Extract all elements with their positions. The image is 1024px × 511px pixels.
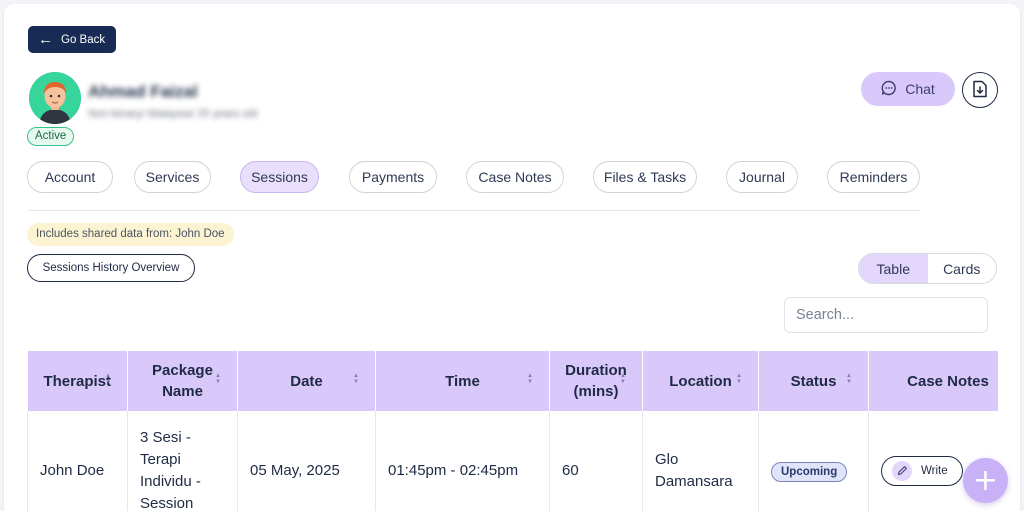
sort-icon: ▲ ▼ xyxy=(846,373,852,385)
column-header-date[interactable]: Date ▲ ▼ xyxy=(237,351,376,411)
tab-reminders[interactable]: Reminders xyxy=(827,161,920,193)
view-toggle: Table Cards xyxy=(858,253,997,284)
cell-status: Upcoming xyxy=(758,411,869,511)
sort-icon: ▲ ▼ xyxy=(620,373,626,385)
arrow-left-icon: ← xyxy=(38,31,53,48)
chat-label: Chat xyxy=(905,81,935,97)
cell-package-name: 3 Sesi - Terapi Individu - Session xyxy=(127,411,238,511)
sort-icon: ▲ ▼ xyxy=(353,373,359,385)
search-input[interactable] xyxy=(784,297,988,333)
cell-date: 05 May, 2025 xyxy=(237,411,376,511)
plus-icon: + xyxy=(972,463,999,498)
shared-data-note: Includes shared data from: John Doe xyxy=(27,223,234,246)
client-details: Non-binary/ Malaysia/ 25 years old xyxy=(88,108,258,120)
view-cards-option[interactable]: Cards xyxy=(928,254,997,283)
avatar xyxy=(29,72,81,124)
pencil-icon xyxy=(892,460,912,481)
sort-icon: ▲ ▼ xyxy=(736,373,742,385)
tab-account[interactable]: Account xyxy=(27,161,113,193)
column-header-time[interactable]: Time ▲ ▼ xyxy=(375,351,550,411)
sessions-history-overview-button[interactable]: Sessions History Overview xyxy=(27,254,195,282)
column-header-location[interactable]: Location ▲ ▼ xyxy=(642,351,759,411)
tab-services[interactable]: Services xyxy=(134,161,211,193)
write-label: Write xyxy=(921,464,948,477)
sessions-table: Therapist ▲ ▼ Package Name ▲ ▼ Date ▲ ▼ Time ▲ ▼… xyxy=(27,351,998,511)
download-button[interactable] xyxy=(962,72,998,108)
tab-journal[interactable]: Journal xyxy=(726,161,798,193)
view-table-option[interactable]: Table xyxy=(859,254,928,283)
sort-icon: ▲ ▼ xyxy=(527,373,533,385)
chat-button[interactable]: Chat xyxy=(861,72,955,106)
cell-therapist: John Doe xyxy=(27,411,128,511)
table-header-row: Therapist ▲ ▼ Package Name ▲ ▼ Date ▲ ▼ Time ▲ ▼… xyxy=(27,351,998,411)
cell-duration: 60 xyxy=(549,411,643,511)
go-back-label: Go Back xyxy=(61,33,106,46)
client-name: Ahmad Faizal xyxy=(88,82,198,101)
cell-location: Glo Damansara xyxy=(642,411,759,511)
tab-files-tasks[interactable]: Files & Tasks xyxy=(593,161,697,193)
column-header-status[interactable]: Status ▲ ▼ xyxy=(758,351,869,411)
client-identity: Ahmad Faizal Non-binary/ Malaysia/ 25 ye… xyxy=(88,82,257,120)
tab-payments[interactable]: Payments xyxy=(349,161,437,193)
column-header-package-name[interactable]: Package Name ▲ ▼ xyxy=(127,351,238,411)
sort-icon: ▲ ▼ xyxy=(105,373,111,385)
column-header-duration[interactable]: Duration (mins) ▲ ▼ xyxy=(549,351,643,411)
profile-tabs: Account Services Sessions Payments Case … xyxy=(27,161,927,193)
tab-sessions[interactable]: Sessions xyxy=(240,161,319,193)
sort-icon: ▲ ▼ xyxy=(215,373,221,385)
file-download-icon xyxy=(972,80,988,101)
column-header-therapist[interactable]: Therapist ▲ ▼ xyxy=(27,351,128,411)
chat-bubble-icon xyxy=(881,80,897,99)
column-header-case-notes[interactable]: Case Notes xyxy=(868,351,998,411)
go-back-button[interactable]: ← Go Back xyxy=(28,26,117,53)
divider xyxy=(28,210,920,211)
tab-case-notes[interactable]: Case Notes xyxy=(466,161,564,193)
add-session-button[interactable]: + xyxy=(963,458,1008,503)
status-badge: Active xyxy=(27,127,75,146)
cell-time: 01:45pm - 02:45pm xyxy=(375,411,550,511)
status-badge: Upcoming xyxy=(771,461,848,482)
client-profile-card: ← Go Back Ahmad Faizal Non-binary/ Malay… xyxy=(4,4,1020,511)
write-case-note-button[interactable]: Write xyxy=(881,455,963,486)
table-row: John Doe 3 Sesi - Terapi Individu - Sess… xyxy=(27,411,998,511)
